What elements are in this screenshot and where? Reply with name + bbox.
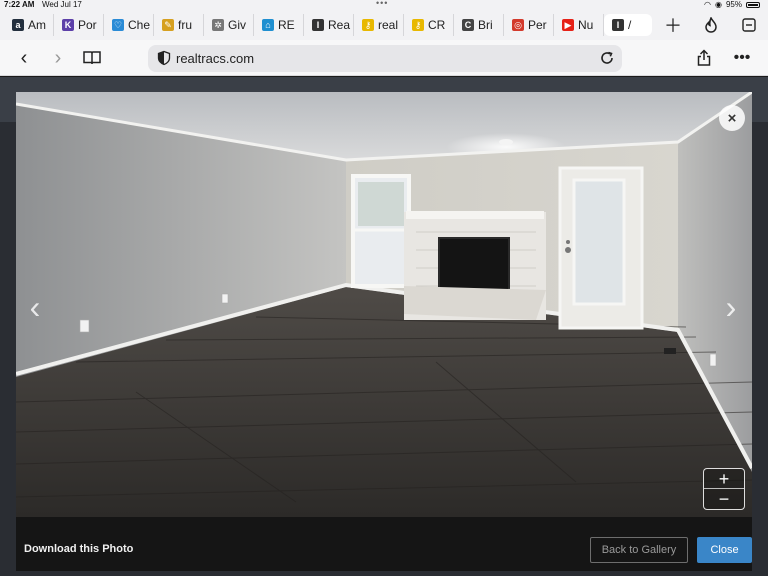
browser-tab[interactable]: I Rea [304,14,354,36]
browser-tab[interactable]: ⚷ CR [404,14,454,36]
tab-label: Giv [228,18,246,32]
lifebuoy-icon: ◎ [512,19,524,31]
key-icon: ⚷ [362,19,374,31]
browser-tab[interactable]: K Por [54,14,104,36]
location-icon: ◉ [715,0,722,9]
key-icon: ⚷ [412,19,424,31]
close-button[interactable]: Close [697,537,752,563]
photo-lightbox: × ‹ › + − Download this Photo Back to Ga… [16,92,752,571]
battery-icon [746,1,760,8]
browser-tab[interactable]: C Bri [454,14,504,36]
lightbox-footer: Download this Photo Back to Gallery Clos… [16,517,752,571]
flame-icon[interactable] [692,14,730,36]
youtube-icon: ▶ [562,19,574,31]
browser-tab[interactable]: ⌂ RE [254,14,304,36]
browser-tab[interactable]: ✎ fru [154,14,204,36]
gear-icon: ✲ [212,19,224,31]
tab-label: Rea [328,18,351,32]
heart-icon: ♡ [112,19,124,31]
status-indicators: ◠ ◉ 95% [704,0,760,9]
browser-tab[interactable]: I / [604,14,652,36]
tab-overview-icon [742,18,756,32]
share-button[interactable] [692,46,716,70]
house-icon: ⌂ [262,19,274,31]
tab-label: RE [278,18,295,32]
tab-label: real [378,18,399,32]
browser-tab[interactable]: ▶ Nu [554,14,604,36]
tab-label: Nu [578,18,594,32]
next-photo-chevron-icon[interactable]: › [720,289,742,325]
book-icon [83,51,101,65]
tab-label: Per [528,18,547,32]
browser-tab[interactable]: ⚷ real [354,14,404,36]
wifi-icon: ◠ [704,0,711,9]
zoom-out-button[interactable]: − [704,489,744,509]
tab-label: Bri [478,18,493,32]
address-field[interactable]: realtracs.com [148,45,622,72]
browser-tab[interactable]: ◎ Per [504,14,554,36]
battery-percent: 95% [725,0,742,9]
tab-label: fru [178,18,193,32]
tab-strip: a Am K Por ♡ Che ✎ fru ✲ Giv ⌂ RE I Rea ⚷ real ⚷ CR C Bri ◎ P… [0,10,768,40]
browser-tab[interactable]: ♡ Che [104,14,154,36]
download-photo-link[interactable]: Download this Photo [24,543,133,555]
realtracs-icon: I [612,19,624,31]
multitasking-dots-icon[interactable]: ••• [376,0,388,8]
back-to-gallery-button[interactable]: Back to Gallery [590,537,688,563]
zoom-controls: + − [703,468,745,510]
tab-label: / [628,18,632,32]
tab-label: Por [78,18,97,32]
realtracs-icon: I [312,19,324,31]
browser-tab[interactable]: ✲ Giv [204,14,254,36]
status-time: 7:22 AM [4,0,35,9]
shield-icon [157,50,171,66]
c-icon: C [462,19,474,31]
lightbox-close-icon[interactable]: × [719,105,745,131]
tab-label: CR [428,18,446,32]
url-text: realtracs.com [176,51,255,66]
reload-icon[interactable] [598,49,616,67]
back-button[interactable]: ‹ [12,46,36,70]
status-bar: 7:22 AM Wed Jul 17 ••• ◠ ◉ 95% [0,0,768,10]
pin-icon: ✎ [162,19,174,31]
new-tab-button[interactable]: ＋ [654,14,692,36]
flame-icon-svg [705,17,717,33]
tab-label: Che [128,18,151,32]
zoom-in-button[interactable]: + [704,469,744,489]
portal-icon: K [62,19,74,31]
listing-photo [16,92,752,517]
browser-tab[interactable]: a Am [4,14,54,36]
amazon-icon: a [12,19,24,31]
forward-button[interactable]: › [46,46,70,70]
status-date: Wed Jul 17 [42,0,82,9]
previous-photo-chevron-icon[interactable]: ‹ [24,289,46,325]
tab-label: Am [28,18,46,32]
address-bar-row: ‹ › realtracs.com ••• [0,40,768,76]
tab-tools: ＋ [654,14,768,36]
more-options-button[interactable]: ••• [730,46,754,70]
share-icon [697,49,711,66]
room-photo-illustration [16,92,752,517]
reader-book-button[interactable] [80,46,104,70]
tab-overview-button[interactable] [730,14,768,36]
